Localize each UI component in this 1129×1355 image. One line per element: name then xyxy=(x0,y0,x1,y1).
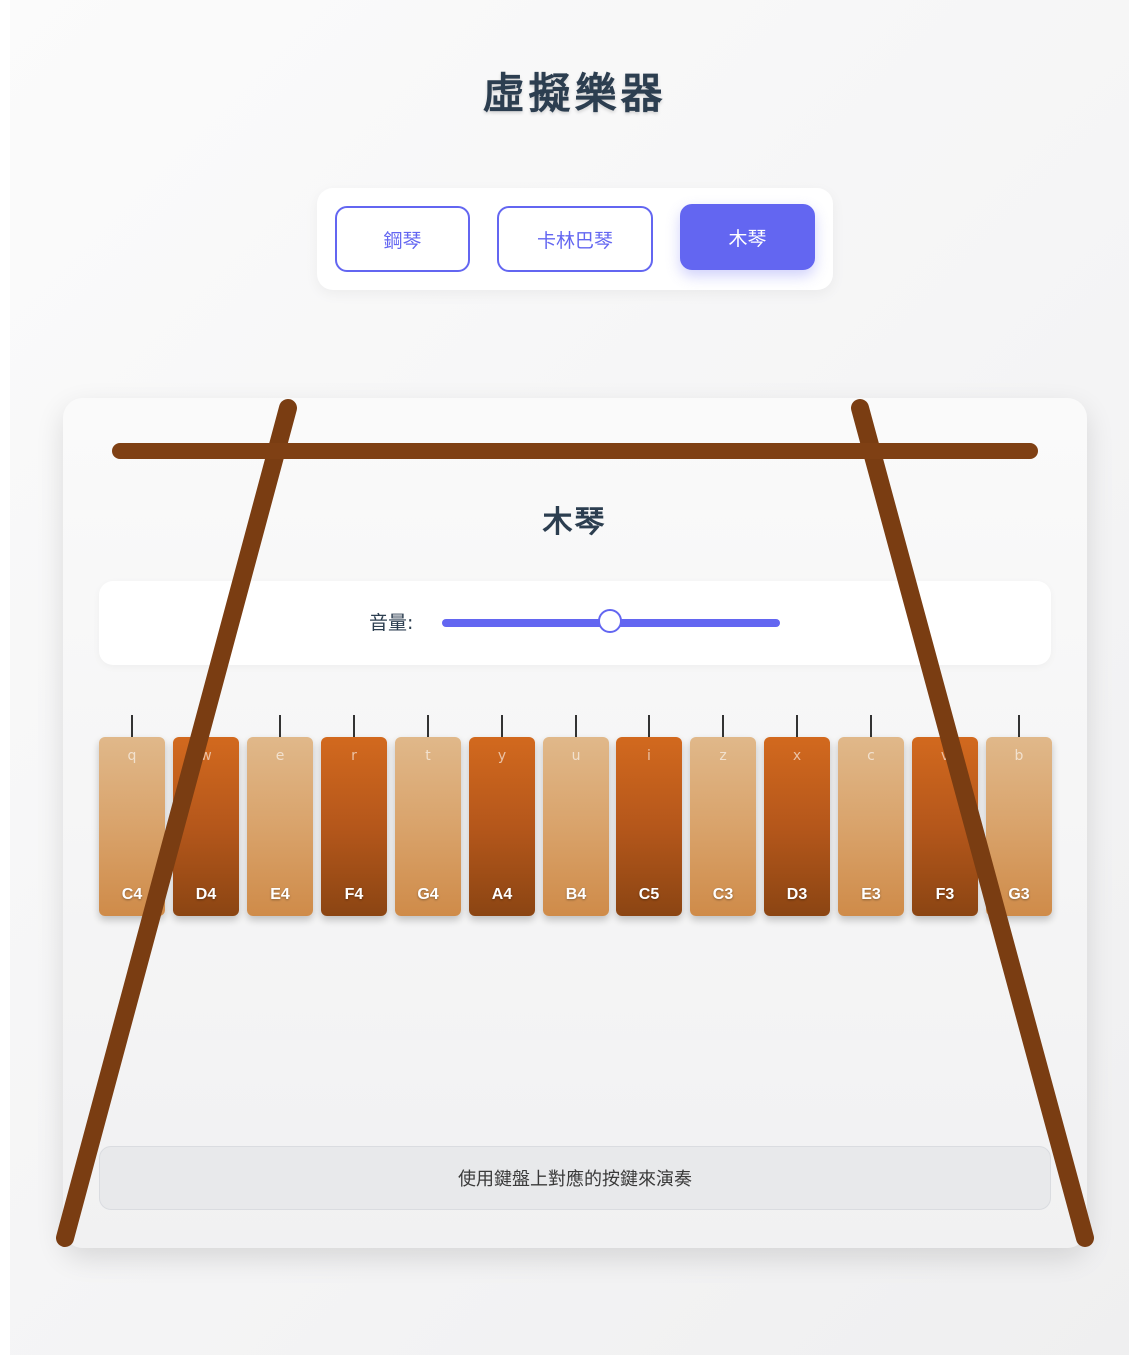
bar-slot: i C5 xyxy=(616,715,682,920)
bar-key-label: v xyxy=(940,748,950,764)
bar-slot: c E3 xyxy=(838,715,904,920)
bar-string xyxy=(205,715,207,739)
volume-slider-thumb[interactable] xyxy=(598,609,622,633)
bar-note-label: E4 xyxy=(270,886,290,903)
bar-note-label: F3 xyxy=(935,886,955,903)
keyboard-hint: 使用鍵盤上對應的按鍵來演奏 xyxy=(99,1146,1051,1210)
bar-slot: t G4 xyxy=(395,715,461,920)
xylophone-bar[interactable]: b G3 xyxy=(986,737,1052,916)
bar-note-label: G3 xyxy=(1008,886,1030,903)
bar-note-label: G4 xyxy=(417,886,439,903)
xylophone-bar[interactable]: c E3 xyxy=(838,737,904,916)
bar-string xyxy=(353,715,355,739)
bar-string xyxy=(648,715,650,739)
bar-key-label: i xyxy=(647,748,651,764)
bar-key-label: t xyxy=(425,748,431,764)
bar-slot: y A4 xyxy=(469,715,535,920)
bar-slot: w D4 xyxy=(173,715,239,920)
xylophone-bar[interactable]: e E4 xyxy=(247,737,313,916)
bar-key-label: e xyxy=(275,748,285,764)
bar-note-label: A4 xyxy=(491,886,513,903)
bar-slot: r F4 xyxy=(321,715,387,920)
bar-note-label: D3 xyxy=(786,886,808,903)
bar-key-label: z xyxy=(719,748,727,764)
bar-note-label: C4 xyxy=(121,886,143,903)
xylophone-bar[interactable]: v F3 xyxy=(912,737,978,916)
bar-string xyxy=(796,715,798,739)
bar-slot: z C3 xyxy=(690,715,756,920)
bar-string xyxy=(870,715,872,739)
bar-string xyxy=(944,715,946,739)
bar-slot: x D3 xyxy=(764,715,830,920)
bar-string xyxy=(722,715,724,739)
app-title: 虛擬樂器 xyxy=(482,69,667,118)
bar-string xyxy=(427,715,429,739)
bar-slot: v F3 xyxy=(912,715,978,920)
bar-note-label: E3 xyxy=(861,886,881,903)
xylophone-bar[interactable]: x D3 xyxy=(764,737,830,916)
bar-note-label: B4 xyxy=(565,886,587,903)
bar-string xyxy=(501,715,503,739)
bar-key-label: b xyxy=(1014,748,1024,764)
bar-key-label: y xyxy=(497,748,507,764)
piano-button[interactable]: 鋼琴 xyxy=(335,206,470,272)
bar-slot: q C4 xyxy=(99,715,165,920)
xylophone-bars: q C4 w D4 e E4 r F4 t G4 y A4 u B4 i C5 … xyxy=(99,715,1059,920)
instrument-title: 木琴 xyxy=(542,505,607,540)
xylophone-bar[interactable]: t G4 xyxy=(395,737,461,916)
bar-note-label: F4 xyxy=(344,886,364,903)
bar-string xyxy=(575,715,577,739)
bar-key-label: r xyxy=(351,748,357,764)
bar-key-label: q xyxy=(127,748,137,764)
bar-string xyxy=(131,715,133,739)
bar-string xyxy=(279,715,281,739)
xylophone-bar[interactable]: y A4 xyxy=(469,737,535,916)
volume-label: 音量: xyxy=(369,612,414,634)
xylophone-bar[interactable]: r F4 xyxy=(321,737,387,916)
bar-note-label: C5 xyxy=(638,886,660,903)
xylophone-bar[interactable]: i C5 xyxy=(616,737,682,916)
bar-note-label: C3 xyxy=(712,886,734,903)
xylophone-bar[interactable]: u B4 xyxy=(543,737,609,916)
xylophone-button[interactable]: 木琴 xyxy=(680,204,815,270)
xylophone-bar[interactable]: z C3 xyxy=(690,737,756,916)
bar-key-label: u xyxy=(571,748,581,764)
bar-key-label: w xyxy=(200,748,212,764)
bar-slot: b G3 xyxy=(986,715,1052,920)
bar-slot: e E4 xyxy=(247,715,313,920)
bar-string xyxy=(1018,715,1020,739)
bar-key-label: x xyxy=(792,748,802,764)
kalimba-button[interactable]: 卡林巴琴 xyxy=(497,206,653,272)
xylophone-bar[interactable]: q C4 xyxy=(99,737,165,916)
bar-slot: u B4 xyxy=(543,715,609,920)
bar-note-label: D4 xyxy=(195,886,217,903)
instrument-selector: 鋼琴 卡林巴琴 木琴 xyxy=(317,188,833,290)
xylophone-bar[interactable]: w D4 xyxy=(173,737,239,916)
bar-key-label: c xyxy=(867,748,875,764)
